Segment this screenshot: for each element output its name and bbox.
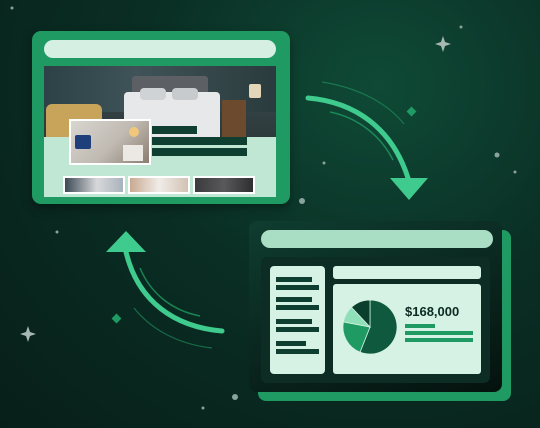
flow-arrows — [10, 6, 517, 410]
curved-arrow-up-icon — [106, 231, 225, 349]
curved-arrow-down-icon — [305, 81, 428, 200]
decorative-diamond — [111, 106, 417, 324]
sparkle-icon — [20, 326, 36, 342]
sparkle-icon — [435, 36, 451, 52]
decorative-dots — [10, 6, 517, 410]
